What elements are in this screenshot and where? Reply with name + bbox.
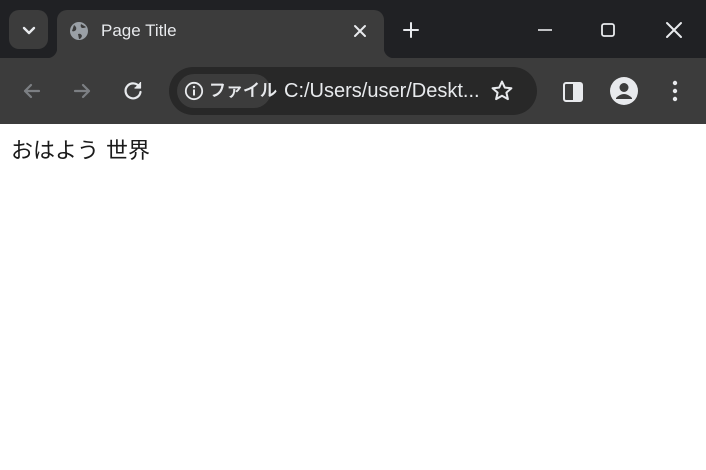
chevron-down-icon [22, 26, 35, 34]
info-icon [184, 81, 204, 101]
maximize-icon[interactable] [598, 20, 618, 40]
active-tab[interactable]: Page Title [47, 10, 394, 58]
plus-icon[interactable] [401, 20, 421, 40]
site-info-chip[interactable]: ファイル [177, 74, 277, 108]
star-icon[interactable] [489, 78, 515, 104]
reload-icon[interactable] [120, 78, 146, 104]
browser-toolbar: ファイル C:/Users/user/Deskt... [0, 58, 706, 124]
minimize-icon[interactable] [535, 20, 555, 40]
tab-search-button[interactable] [9, 10, 48, 49]
tab-title: Page Title [101, 21, 177, 40]
site-info-label: ファイル [209, 81, 277, 100]
close-icon[interactable] [663, 19, 685, 41]
side-panel-icon[interactable] [561, 80, 585, 104]
arrow-right-icon[interactable] [69, 78, 95, 104]
page-text: おはよう 世界 [11, 139, 150, 164]
url-text[interactable]: C:/Users/user/Deskt... [284, 80, 480, 102]
close-icon[interactable] [351, 22, 369, 40]
arrow-left-icon[interactable] [19, 78, 45, 104]
tab-strip: Page Title [0, 0, 706, 58]
page-content: おはよう 世界 [0, 124, 706, 470]
address-bar[interactable]: ファイル C:/Users/user/Deskt... [169, 67, 537, 115]
globe-icon [70, 22, 88, 40]
profile-icon[interactable] [609, 76, 639, 106]
more-vert-icon[interactable] [663, 78, 687, 104]
